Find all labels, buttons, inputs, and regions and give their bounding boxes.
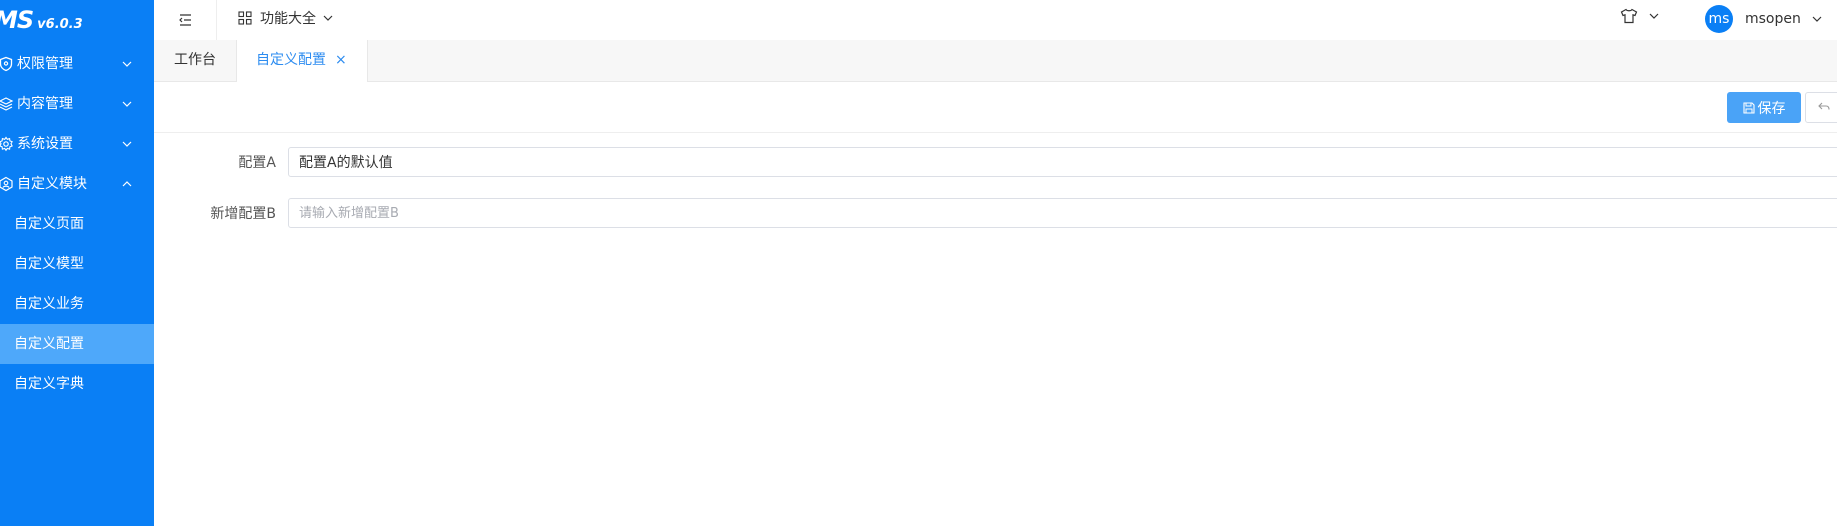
sidebar-subitem-custom-page[interactable]: 自定义页面: [0, 204, 154, 244]
user-menu[interactable]: ms msopen: [1705, 4, 1823, 34]
chevron-down-icon: [323, 15, 333, 21]
theme-skin-button[interactable]: [1620, 8, 1660, 24]
tab-workbench[interactable]: 工作台: [154, 40, 236, 81]
sidebar: MS v6.0.3 权限管理 内容管理 系统设置 自定义模块 自定义页面 自定义…: [0, 0, 154, 526]
sidebar-item-permissions[interactable]: 权限管理: [0, 44, 154, 84]
version-label: v6.0.3: [37, 17, 83, 32]
chevron-down-icon: [1649, 13, 1659, 19]
config-a-input[interactable]: 配置A的默认值: [288, 147, 1837, 177]
chevron-down-icon: [122, 141, 132, 147]
chevron-up-icon: [122, 181, 132, 187]
sidebar-item-settings[interactable]: 系统设置: [0, 124, 154, 164]
sidebar-subitem-custom-dictionary[interactable]: 自定义字典: [0, 364, 154, 404]
sidebar-item-label: 权限管理: [17, 56, 73, 72]
form-row-config-a: 配置A 配置A的默认值: [154, 147, 1837, 179]
chevron-down-icon: [122, 61, 132, 67]
grid-icon: [238, 11, 252, 25]
module-icon: [0, 176, 13, 192]
back-button[interactable]: [1805, 92, 1837, 123]
field-label: 配置A: [238, 155, 276, 171]
sidebar-subitem-custom-business[interactable]: 自定义业务: [0, 284, 154, 324]
save-button[interactable]: 保存: [1727, 92, 1801, 123]
toolbar: 保存: [154, 82, 1837, 133]
sidebar-item-label: 系统设置: [17, 136, 73, 152]
function-menu-label: 功能大全: [260, 11, 316, 27]
sidebar-item-label: 自定义模块: [17, 176, 87, 192]
function-menu-dropdown[interactable]: 功能大全: [238, 0, 334, 36]
sidebar-subitem-custom-model[interactable]: 自定义模型: [0, 244, 154, 284]
collapse-sidebar-button[interactable]: [154, 0, 217, 40]
tab-bar: 工作台 自定义配置 ×: [154, 40, 1837, 82]
tab-close-icon[interactable]: ×: [335, 40, 347, 81]
chevron-down-icon: [122, 101, 132, 107]
app-logo[interactable]: MS v6.0.3: [0, 6, 83, 38]
menu-fold-icon: [179, 14, 191, 26]
sidebar-item-custom-module[interactable]: 自定义模块: [0, 164, 154, 204]
sidebar-item-label: 内容管理: [17, 96, 73, 112]
sidebar-menu: 权限管理 内容管理 系统设置 自定义模块 自定义页面 自定义模型 自定义业务 自…: [0, 44, 154, 404]
save-button-label: 保存: [1757, 100, 1786, 117]
top-bar: 功能大全 ms msopen: [154, 0, 1837, 40]
tab-label: 自定义配置: [256, 52, 326, 68]
tshirt-icon: [1620, 8, 1638, 24]
gear-icon: [0, 136, 13, 152]
sidebar-item-content[interactable]: 内容管理: [0, 84, 154, 124]
chevron-down-icon: [1812, 16, 1822, 22]
config-b-input[interactable]: 请输入新增配置B: [288, 198, 1837, 228]
logo-mark: MS: [0, 6, 34, 34]
sidebar-subitem-custom-config[interactable]: 自定义配置: [0, 324, 154, 364]
username: msopen: [1745, 11, 1801, 27]
save-icon: [1742, 101, 1755, 114]
shield-icon: [0, 56, 13, 72]
avatar: ms: [1705, 5, 1733, 33]
layers-icon: [0, 97, 14, 111]
back-arrow-icon: [1818, 102, 1830, 110]
field-label: 新增配置B: [210, 206, 276, 222]
form-row-config-b: 新增配置B 请输入新增配置B: [154, 198, 1837, 230]
tab-custom-config[interactable]: 自定义配置 ×: [236, 40, 368, 82]
